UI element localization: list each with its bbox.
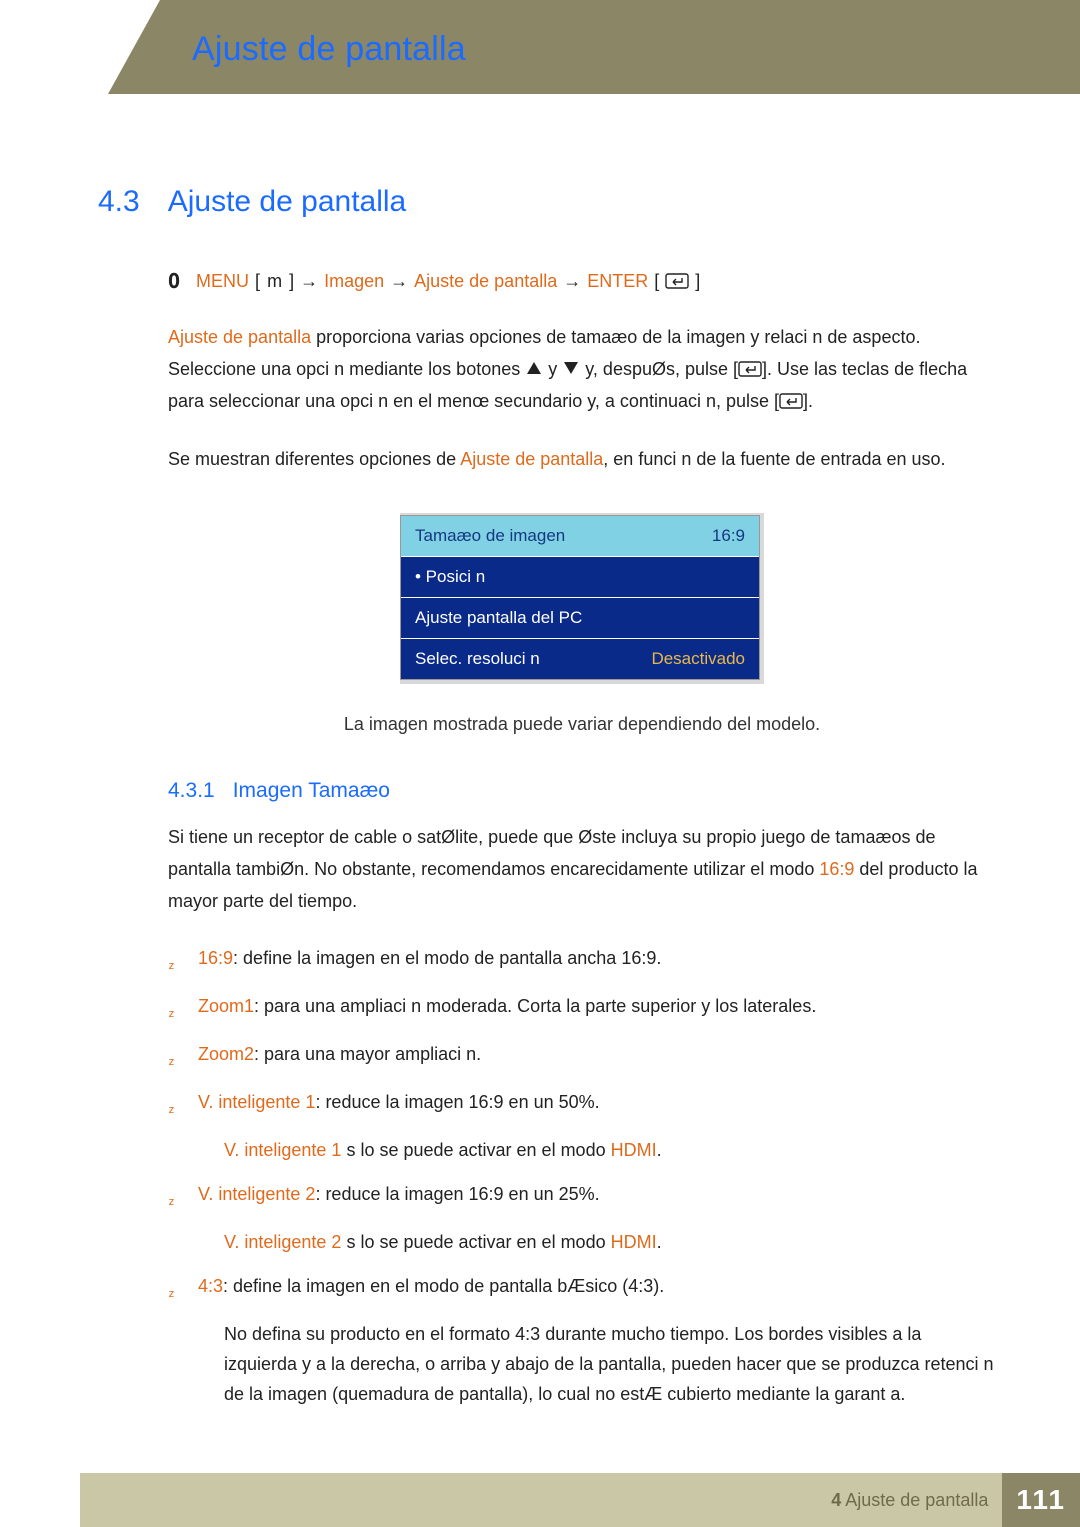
note-term: V. inteligente 2	[224, 1232, 341, 1252]
list-item: z V. inteligente 1: reduce la imagen 16:9…	[168, 1087, 996, 1125]
nav-arrow-3: →	[563, 271, 581, 292]
term: V. inteligente 2	[198, 1184, 315, 1204]
osd-item-pc-adjust[interactable]: Ajuste pantalla del PC	[401, 597, 759, 638]
up-arrow-icon	[527, 362, 541, 374]
document-page: Ajuste de pantalla 4.3 Ajuste de pantall…	[0, 0, 1080, 1527]
term: Zoom2	[198, 1044, 254, 1064]
path-bullet-icon: O	[168, 269, 180, 293]
menu-path: O MENU [ m ] → Imagen → Ajuste de pantal…	[168, 269, 996, 293]
subsection-intro: Si tiene un receptor de cable o satØlite…	[168, 821, 996, 917]
bullet-icon: z	[168, 1271, 182, 1309]
list-item: z V. inteligente 2: reduce la imagen 16:9…	[168, 1179, 996, 1217]
note-mid: s lo se puede activar en el modo	[341, 1232, 610, 1252]
osd-item-label: Tamaæo de imagen	[415, 526, 565, 546]
figure-caption: La imagen mostrada puede variar dependie…	[168, 714, 996, 735]
osd-item-picture-size[interactable]: Tamaæo de imagen 16:9	[401, 516, 759, 556]
nav-enter-bracket-open: [	[654, 271, 659, 292]
list-item: z 4:3: define la imagen en el modo de pan…	[168, 1271, 996, 1309]
breadcrumb-text: Ajuste de pantalla	[841, 1490, 988, 1510]
subsection-title: Imagen Tamaæo	[233, 779, 390, 803]
osd-item-position[interactable]: • Posici n	[401, 556, 759, 597]
osd-item-value: 16:9	[712, 526, 745, 546]
desc: : para una ampliaci n moderada. Corta la…	[254, 996, 816, 1016]
note: V. inteligente 2 s lo se puede activar e…	[224, 1227, 996, 1257]
note-end: .	[657, 1232, 662, 1252]
note-end: .	[657, 1140, 662, 1160]
nav-arrow-1: →	[300, 271, 318, 292]
footer-bar: 4 Ajuste de pantalla 111	[0, 1473, 1080, 1527]
p1-lead: Ajuste de pantalla	[168, 327, 311, 347]
term: 16:9	[198, 948, 233, 968]
paragraph-2: Se muestran diferentes opciones de Ajust…	[168, 443, 996, 475]
subsection-number: 4.3.1	[168, 779, 215, 803]
osd-menu-wrap: Tamaæo de imagen 16:9 • Posici n Ajuste …	[168, 513, 996, 684]
p1-c: y, despuØs, pulse [	[580, 359, 738, 379]
nav-enter-bracket-close: ]	[695, 271, 700, 292]
desc: : define la imagen en el modo de pantall…	[223, 1276, 664, 1296]
section-body: O MENU [ m ] → Imagen → Ajuste de pantal…	[168, 269, 996, 1409]
subsection-heading: 4.3.1 Imagen Tamaæo	[168, 779, 996, 803]
osd-menu-shadow: Tamaæo de imagen 16:9 • Posici n Ajuste …	[400, 513, 764, 684]
osd-item-resolution-select[interactable]: Selec. resoluci n Desactivado	[401, 638, 759, 679]
p2-b: Ajuste de pantalla	[460, 449, 603, 469]
note-mode: HDMI	[611, 1140, 657, 1160]
page-title: Ajuste de pantalla	[192, 30, 466, 69]
desc: : reduce la imagen 16:9 en un 50%.	[315, 1092, 599, 1112]
warning-text: No defina su producto en el formato 4:3 …	[224, 1319, 996, 1409]
term: Zoom1	[198, 996, 254, 1016]
p1-b: y	[543, 359, 562, 379]
list-item: z Zoom2: para una mayor ampliaci n.	[168, 1039, 996, 1077]
desc: : para una mayor ampliaci n.	[254, 1044, 481, 1064]
content-area: 4.3 Ajuste de pantalla O MENU [ m ] → Im…	[0, 185, 1080, 1409]
desc: : reduce la imagen 16:9 en un 25%.	[315, 1184, 599, 1204]
bullet-icon: z	[168, 1179, 182, 1217]
bullet-icon: z	[168, 1039, 182, 1077]
footer-left-blank	[0, 1473, 80, 1527]
nav-bracket-close: ]	[289, 271, 294, 292]
p1-e: ].	[803, 391, 813, 411]
header-band: Ajuste de pantalla	[0, 0, 1080, 94]
bullet-icon: z	[168, 991, 182, 1029]
menu-key-icon: m	[266, 271, 283, 292]
osd-menu: Tamaæo de imagen 16:9 • Posici n Ajuste …	[400, 515, 760, 680]
list-item: z Zoom1: para una ampliaci n moderada. Co…	[168, 991, 996, 1029]
note-mid: s lo se puede activar en el modo	[341, 1140, 610, 1160]
breadcrumb: 4 Ajuste de pantalla	[831, 1490, 988, 1511]
enter-key-icon	[665, 273, 689, 289]
nav-bracket-open: [	[255, 271, 260, 292]
desc: : define la imagen en el modo de pantall…	[233, 948, 661, 968]
enter-key-icon	[738, 355, 762, 371]
bullet-icon: z	[168, 943, 182, 981]
down-arrow-icon	[564, 362, 578, 374]
nav-imagen: Imagen	[324, 271, 384, 292]
breadcrumb-chapter: 4	[831, 1490, 841, 1510]
note-mode: HDMI	[611, 1232, 657, 1252]
p2-c: , en funci n de la fuente de entrada en …	[603, 449, 945, 469]
nav-ajuste: Ajuste de pantalla	[414, 271, 557, 292]
note: V. inteligente 1 s lo se puede activar e…	[224, 1135, 996, 1165]
nav-enter: ENTER	[587, 271, 648, 292]
bullet-list: z16:9: define la imagen en el modo de pa…	[168, 943, 996, 1409]
p2-a: Se muestran diferentes opciones de	[168, 449, 460, 469]
osd-item-label: Ajuste pantalla del PC	[415, 608, 582, 628]
note-term: V. inteligente 1	[224, 1140, 341, 1160]
osd-item-label: • Posici n	[415, 567, 485, 587]
section-number: 4.3	[98, 185, 140, 219]
nav-arrow-2: →	[390, 271, 408, 292]
list-item: z 16:9: define la imagen en el modo de pa…	[168, 943, 996, 981]
term: 4:3	[198, 1276, 223, 1296]
osd-item-label: Selec. resoluci n	[415, 649, 540, 669]
osd-item-value: Desactivado	[651, 649, 745, 669]
chapter-tab-triangle	[108, 0, 160, 94]
section-heading: 4.3 Ajuste de pantalla	[98, 185, 996, 219]
term: V. inteligente 1	[198, 1092, 315, 1112]
page-number: 111	[1002, 1473, 1080, 1527]
nav-menu: MENU	[196, 271, 249, 292]
section-title: Ajuste de pantalla	[168, 185, 407, 219]
bullet-icon: z	[168, 1087, 182, 1125]
intro-b: 16:9	[819, 859, 854, 879]
paragraph-1: Ajuste de pantalla proporciona varias op…	[168, 321, 996, 417]
enter-key-icon	[779, 387, 803, 403]
